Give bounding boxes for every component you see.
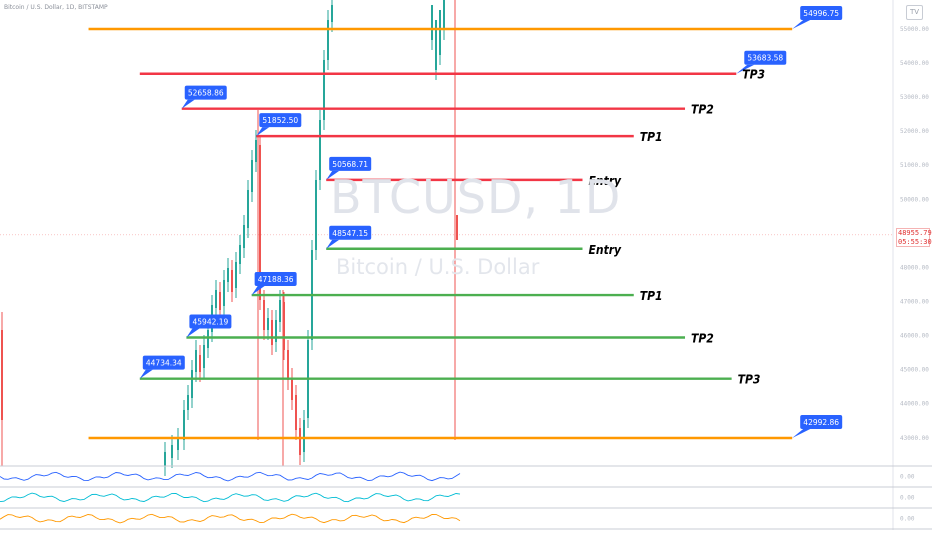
price-axis-tick: 44000.00 — [900, 401, 929, 408]
time-axis-bg — [0, 530, 932, 550]
main-pane-bg — [0, 0, 932, 466]
level-price-label: 48547.15 — [332, 229, 368, 238]
level-tag-tp2: TP2 — [691, 332, 714, 346]
candle-body — [303, 420, 305, 452]
candle-body — [271, 320, 273, 345]
price-axis-tick: 51000.00 — [900, 162, 929, 169]
candle-body — [327, 20, 329, 60]
indicator-line-2 — [0, 492, 461, 503]
candle-body — [295, 395, 297, 430]
candle-body — [279, 300, 281, 322]
watermark-name: Bitcoin / U.S. Dollar — [336, 255, 540, 279]
price-axis-tick: 45000.00 — [900, 367, 929, 374]
symbol-header: Bitcoin / U.S. Dollar, 1D, BITSTAMP — [4, 4, 108, 11]
level-price-label: 42992.86 — [803, 418, 839, 427]
chart-window: 55000.00 54000.00 53000.00 52000.00 51000.00… — [0, 0, 932, 550]
level-tag-tp3: TP3 — [738, 373, 761, 387]
price-axis-tick: 48000.00 — [900, 264, 929, 271]
level-price-label: 54996.75 — [803, 9, 839, 18]
candle-body — [315, 180, 317, 250]
price-axis-tick: 52000.00 — [900, 128, 929, 135]
candle-body — [247, 190, 249, 228]
watermark-ticker: BTCUSD, 1D — [330, 170, 622, 224]
level-price-label: 50568.71 — [332, 160, 368, 169]
price-axis-tick: 50000.00 — [900, 196, 929, 203]
candle-body — [263, 300, 265, 330]
level-tag-entry: Entry — [589, 243, 623, 257]
indicator-value-label: 0.00 — [900, 516, 915, 523]
candle-body — [287, 350, 289, 380]
price-axis-bg — [893, 0, 932, 550]
candle-body — [319, 120, 321, 180]
price-axis-tick: 55000.00 — [900, 26, 929, 33]
candle-body — [164, 452, 166, 466]
price-axis-tick: 54000.00 — [900, 60, 929, 67]
candle-body — [255, 140, 257, 162]
level-price-label: 47188.36 — [258, 275, 294, 284]
candle-body — [199, 355, 201, 372]
candle-body — [219, 292, 221, 310]
price-axis-tick: 47000.00 — [900, 298, 929, 305]
level-tag-tp1: TP1 — [640, 289, 663, 303]
candle-body — [235, 262, 237, 288]
candle-body — [251, 160, 253, 192]
candle-body — [431, 5, 433, 40]
candle-body — [203, 345, 205, 368]
candle-body — [177, 438, 179, 450]
candle-body — [439, 10, 441, 55]
level-tag-tp1: TP1 — [640, 130, 663, 144]
candle-body — [171, 445, 173, 458]
candle-body — [215, 290, 217, 308]
price-axis-tick: 53000.00 — [900, 94, 929, 101]
level-tag-tp2: TP2 — [691, 103, 714, 117]
candle-body — [231, 270, 233, 292]
price-axis-tick: 43000.00 — [900, 435, 929, 442]
candle-body — [183, 410, 185, 440]
candle-body — [239, 245, 241, 264]
indicator-value-label: 0.00 — [900, 495, 915, 502]
candle-body — [1, 330, 3, 420]
price-axis-tick: 46000.00 — [900, 333, 929, 340]
candle-body — [207, 330, 209, 348]
tradingview-logo-icon[interactable]: TV — [906, 5, 923, 20]
candle-body — [331, 5, 333, 22]
candle-body — [195, 350, 197, 372]
level-tag-tp3: TP3 — [742, 68, 765, 82]
candle-body — [435, 20, 437, 70]
candle-body — [323, 60, 325, 120]
candle-body — [187, 395, 189, 410]
candle-body — [223, 280, 225, 306]
current-price-label: 48955.79 05:55:30 — [896, 228, 932, 247]
candle-body — [299, 428, 301, 455]
candle-body — [243, 225, 245, 248]
candle-body — [443, 0, 445, 30]
level-price-label: 52658.86 — [188, 89, 224, 98]
level-price-label: 53683.58 — [747, 54, 783, 63]
level-price-label: 51852.50 — [262, 116, 298, 125]
candle-body — [267, 318, 269, 330]
level-price-label: 45942.19 — [193, 318, 229, 327]
indicator-line-1 — [0, 471, 461, 482]
candle-body — [227, 268, 229, 282]
indicator-value-label: 0.00 — [900, 474, 915, 481]
candle-body — [291, 378, 293, 400]
level-price-label: 44734.34 — [146, 359, 182, 368]
indicator-line-3 — [0, 513, 461, 524]
countdown-timer: 05:55:30 — [898, 238, 932, 246]
current-price-value: 48955.79 — [898, 229, 932, 237]
candle-body — [191, 370, 193, 398]
